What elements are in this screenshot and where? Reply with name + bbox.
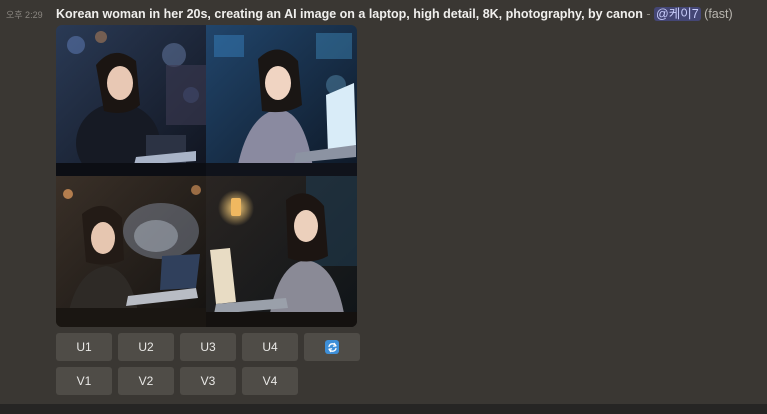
u3-button[interactable]: U3 — [180, 333, 236, 361]
message-header: Korean woman in her 20s, creating an AI … — [56, 6, 733, 22]
image-3-illustration — [56, 176, 206, 327]
reroll-button[interactable] — [304, 333, 360, 361]
v1-button[interactable]: V1 — [56, 367, 112, 395]
bottom-bar — [0, 404, 767, 414]
separator: - — [642, 7, 655, 21]
image-tile-2[interactable] — [206, 25, 357, 176]
v4-button[interactable]: V4 — [242, 367, 298, 395]
image-grid[interactable] — [56, 25, 357, 327]
image-tile-4[interactable] — [206, 176, 357, 327]
image-tile-1[interactable] — [56, 25, 206, 176]
u1-button[interactable]: U1 — [56, 333, 112, 361]
image-1-illustration — [56, 25, 206, 176]
user-mention[interactable]: @케이7 — [654, 7, 701, 21]
refresh-icon-glyph — [327, 342, 337, 352]
image-2-illustration — [206, 25, 357, 176]
refresh-icon — [325, 340, 339, 354]
upscale-button-row: U1 U2 U3 U4 — [56, 333, 360, 361]
speed-label: (fast) — [704, 7, 733, 21]
v3-button[interactable]: V3 — [180, 367, 236, 395]
image-tile-3[interactable] — [56, 176, 206, 327]
u4-button[interactable]: U4 — [242, 333, 298, 361]
prompt-text: Korean woman in her 20s, creating an AI … — [56, 7, 643, 21]
v2-button[interactable]: V2 — [118, 367, 174, 395]
message-timestamp: 오후 2:29 — [6, 10, 43, 20]
image-4-illustration — [206, 176, 357, 327]
bot-message: 오후 2:29 Korean woman in her 20s, creatin… — [0, 0, 767, 404]
variation-button-row: V1 V2 V3 V4 — [56, 367, 298, 395]
u2-button[interactable]: U2 — [118, 333, 174, 361]
